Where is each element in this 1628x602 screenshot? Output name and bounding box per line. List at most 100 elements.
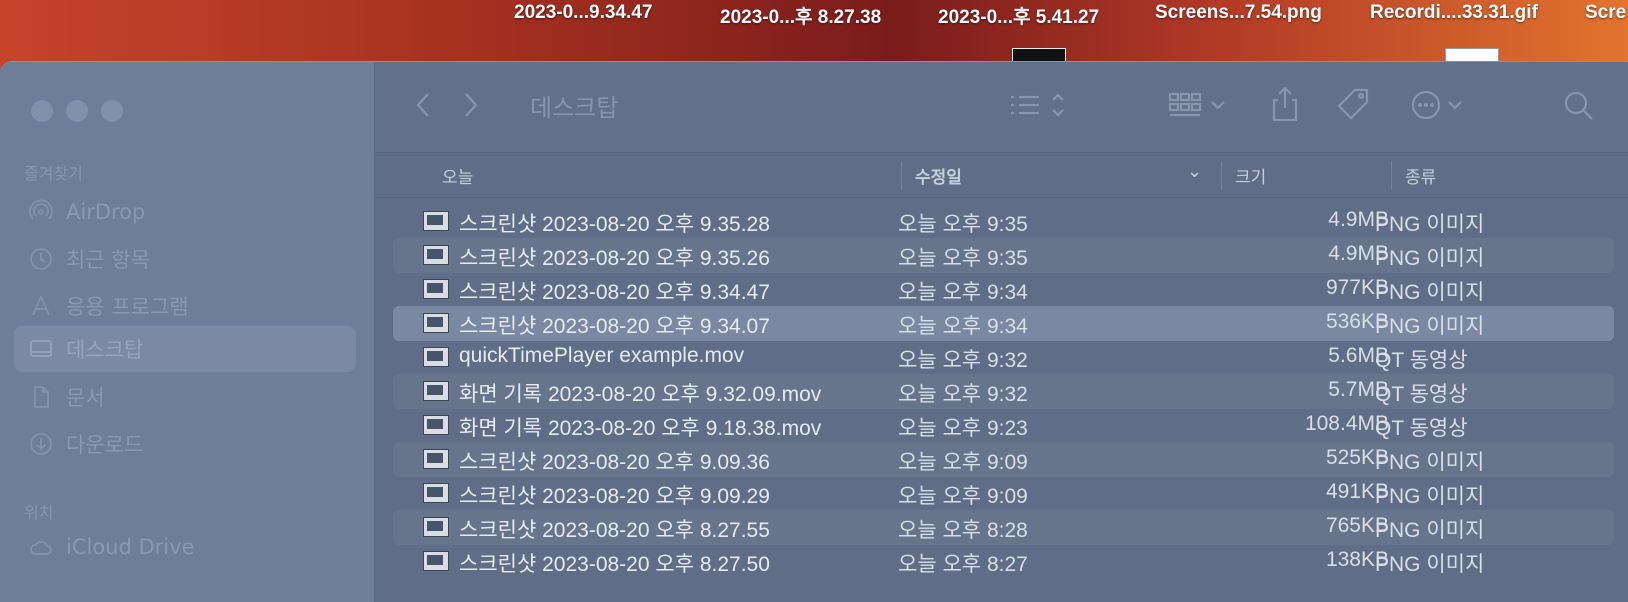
file-row[interactable]: quickTimePlayer example.mov 오늘 오후 9:32 5…: [393, 340, 1614, 375]
grid-icon: [1168, 92, 1225, 117]
column-kind[interactable]: 종류: [1405, 163, 1436, 188]
desktop-file-label[interactable]: Recordi....33.31.gif: [1370, 2, 1538, 24]
cloud-icon: [28, 534, 54, 560]
file-row[interactable]: 스크린샷 2023-08-20 오후 8.27.50 오늘 오후 8:27 13…: [393, 544, 1614, 579]
sidebar-item-icloud-drive[interactable]: iCloud Drive: [14, 524, 356, 570]
column-header: 오늘 수정일 ⌄ 크기 종류: [375, 152, 1628, 198]
file-thumbnail-icon: [423, 483, 449, 503]
desktop-icon: [28, 336, 54, 362]
file-date: 오늘 오후 9:35: [898, 247, 1028, 270]
sidebar-item-label: 최근 항목: [66, 248, 150, 272]
file-name: 스크린샷 2023-08-20 오후 9.09.36: [459, 451, 770, 474]
more-actions-button[interactable]: [1409, 88, 1475, 122]
file-date: 오늘 오후 9:09: [898, 485, 1028, 508]
file-thumbnail-icon: [423, 211, 449, 231]
file-name: quickTimePlayer example.mov: [459, 344, 745, 367]
sidebar-item-airdrop[interactable]: AirDrop: [14, 189, 356, 235]
desktop-file-label[interactable]: Scre: [1585, 2, 1626, 24]
tag-button[interactable]: [1333, 86, 1373, 124]
search-button[interactable]: [1561, 88, 1597, 124]
file-browser: 데스크탑 오늘 수정일 ⌄ 크기 종류 스크린샷 2023-08-20 오후 9…: [375, 62, 1628, 602]
view-options-button[interactable]: [1007, 88, 1079, 122]
file-name: 화면 기록 2023-08-20 오후 9.32.09.mov: [459, 383, 822, 406]
column-name[interactable]: 오늘: [442, 163, 473, 188]
sidebar: 즐겨찾기 AirDrop 최근 항목 응용 프로그램 데스크탑 문서 다운로드 …: [0, 62, 375, 602]
sidebar-item-applications[interactable]: 응용 프로그램: [14, 283, 356, 329]
file-kind: PNG 이미지: [1375, 451, 1485, 474]
file-name: 스크린샷 2023-08-20 오후 9.09.29: [459, 485, 770, 508]
forward-button[interactable]: [459, 90, 483, 120]
file-row-selected[interactable]: 스크린샷 2023-08-20 오후 9.34.07 오늘 오후 9:34 53…: [393, 306, 1614, 341]
clock-icon: [28, 246, 54, 272]
file-date: 오늘 오후 9:23: [898, 417, 1028, 440]
file-name: 스크린샷 2023-08-20 오후 8.27.55: [459, 519, 770, 542]
file-date: 오늘 오후 8:27: [898, 553, 1028, 576]
column-size[interactable]: 크기: [1235, 163, 1266, 188]
window-title: 데스크탑: [530, 94, 619, 122]
file-thumbnail-icon: [423, 449, 449, 469]
file-kind: PNG 이미지: [1375, 315, 1485, 338]
file-thumbnail-icon: [423, 517, 449, 537]
file-date: 오늘 오후 9:34: [898, 281, 1028, 304]
file-kind: QT 동영상: [1375, 383, 1468, 406]
chevron-right-icon: [465, 93, 478, 117]
sidebar-item-label: 문서: [66, 386, 105, 410]
desktop-file-label[interactable]: 2023-0...9.34.47: [514, 2, 652, 24]
share-button[interactable]: [1267, 84, 1303, 124]
file-kind: PNG 이미지: [1375, 553, 1485, 576]
file-row[interactable]: 스크린샷 2023-08-20 오후 9.35.26 오늘 오후 9:35 4.…: [393, 238, 1614, 273]
file-thumbnail-icon: [423, 279, 449, 299]
sidebar-item-recents[interactable]: 최근 항목: [14, 236, 356, 282]
column-divider[interactable]: [1391, 161, 1392, 189]
ellipsis-circle-icon: [1411, 90, 1462, 120]
zoom-window-button[interactable]: [101, 100, 123, 122]
column-date-modified[interactable]: 수정일: [915, 163, 962, 188]
sidebar-item-documents[interactable]: 문서: [14, 374, 356, 420]
airdrop-icon: [28, 199, 54, 225]
sidebar-section-locations: 위치: [24, 503, 54, 522]
desktop-file-label[interactable]: 2023-0...후 8.27.38: [720, 2, 881, 29]
sidebar-section-favorites: 즐겨찾기: [24, 164, 83, 183]
file-date: 오늘 오후 9:35: [898, 213, 1028, 236]
file-row[interactable]: 스크린샷 2023-08-20 오후 9.34.47 오늘 오후 9:34 97…: [393, 272, 1614, 307]
desktop-file-label[interactable]: 2023-0...후 5.41.27: [938, 2, 1099, 29]
close-window-button[interactable]: [31, 100, 53, 122]
file-name: 스크린샷 2023-08-20 오후 8.27.50: [459, 553, 770, 576]
tag-icon: [1337, 88, 1369, 120]
file-thumbnail-icon: [423, 245, 449, 265]
chevron-left-icon: [416, 93, 429, 117]
applications-icon: [28, 293, 54, 319]
file-name: 스크린샷 2023-08-20 오후 9.34.47: [459, 281, 770, 304]
list-view-icon: [1011, 93, 1064, 117]
file-row[interactable]: 스크린샷 2023-08-20 오후 9.09.29 오늘 오후 9:09 49…: [393, 476, 1614, 511]
file-thumbnail-icon: [423, 415, 449, 435]
desktop-file-label[interactable]: Screens...7.54.png: [1155, 2, 1322, 24]
sidebar-item-label: 다운로드: [66, 433, 144, 457]
sidebar-item-label: 응용 프로그램: [66, 295, 189, 319]
document-icon: [28, 384, 54, 410]
toolbar: 데스크탑: [375, 62, 1628, 152]
file-row[interactable]: 화면 기록 2023-08-20 오후 9.32.09.mov 오늘 오후 9:…: [393, 374, 1614, 409]
search-icon: [1564, 91, 1593, 120]
finder-window: 즐겨찾기 AirDrop 최근 항목 응용 프로그램 데스크탑 문서 다운로드 …: [0, 61, 1628, 602]
back-button[interactable]: [411, 90, 435, 120]
minimize-window-button[interactable]: [66, 100, 88, 122]
group-button[interactable]: [1167, 88, 1237, 122]
sidebar-item-downloads[interactable]: 다운로드: [14, 421, 356, 467]
sort-chevron-down-icon[interactable]: ⌄: [1187, 161, 1202, 182]
column-divider[interactable]: [901, 161, 902, 189]
file-date: 오늘 오후 9:09: [898, 451, 1028, 474]
sidebar-item-label: AirDrop: [66, 200, 146, 224]
file-thumbnail-icon: [423, 551, 449, 571]
sidebar-item-desktop[interactable]: 데스크탑: [14, 326, 356, 372]
file-kind: QT 동영상: [1375, 417, 1468, 440]
file-row[interactable]: 스크린샷 2023-08-20 오후 9.35.28 오늘 오후 9:35 4.…: [393, 204, 1614, 239]
file-row[interactable]: 스크린샷 2023-08-20 오후 9.09.36 오늘 오후 9:09 52…: [393, 442, 1614, 477]
file-row[interactable]: 스크린샷 2023-08-20 오후 8.27.55 오늘 오후 8:28 76…: [393, 510, 1614, 545]
file-kind: PNG 이미지: [1375, 281, 1485, 304]
file-row[interactable]: 화면 기록 2023-08-20 오후 9.18.38.mov 오늘 오후 9:…: [393, 408, 1614, 443]
file-date: 오늘 오후 9:32: [898, 349, 1028, 372]
file-name: 스크린샷 2023-08-20 오후 9.35.26: [459, 247, 770, 270]
file-kind: QT 동영상: [1375, 349, 1468, 372]
column-divider[interactable]: [1221, 161, 1222, 189]
